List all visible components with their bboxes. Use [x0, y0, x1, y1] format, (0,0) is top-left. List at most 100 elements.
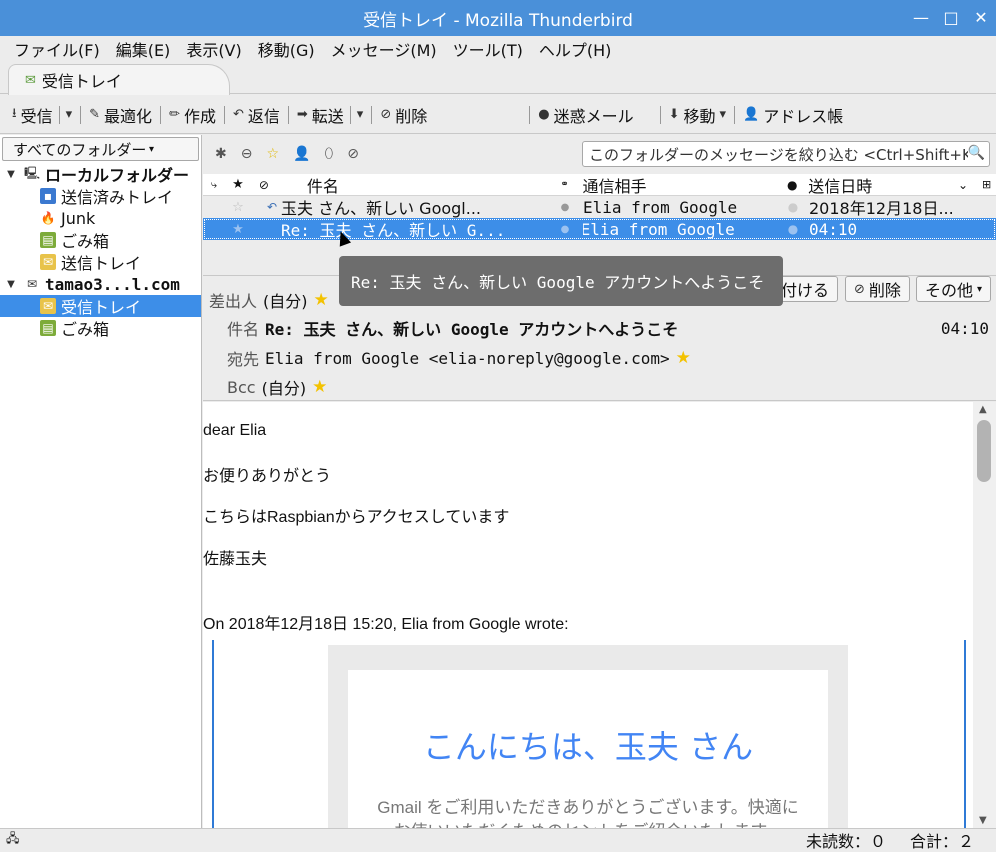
- star-icon[interactable]: ★: [225, 222, 251, 237]
- header-to: 宛先 Elia from Google <elia-noreply@google…: [227, 346, 691, 370]
- star-filter-icon[interactable]: ☆: [266, 146, 279, 162]
- read-dot-icon[interactable]: ●: [547, 202, 583, 213]
- chevron-down-icon[interactable]: ▾: [357, 107, 364, 122]
- star-icon[interactable]: ★: [312, 377, 327, 397]
- junk-button[interactable]: ● 迷惑メール: [532, 100, 639, 130]
- column-subject[interactable]: 件名: [277, 173, 547, 197]
- divider: [371, 105, 373, 124]
- download-icon: ⭳: [12, 105, 17, 121]
- card-text: Gmail をご利用いただきありがとうございます。快適に お使いいただくためのヒ…: [348, 796, 828, 828]
- from-value[interactable]: (自分): [263, 288, 308, 312]
- computer-icon: 🖳: [24, 165, 41, 180]
- window-title: 受信トレイ - Mozilla Thunderbird: [363, 10, 633, 31]
- online-status-icon[interactable]: 🖧: [6, 829, 19, 850]
- menu-message[interactable]: メッセージ(M): [323, 37, 445, 61]
- delete-label: 削除: [395, 106, 428, 126]
- folder-local[interactable]: ▼ 🖳 ローカルフォルダー: [0, 163, 201, 186]
- inbox-icon: ✉: [25, 72, 36, 88]
- folder-junk[interactable]: 🔥 Junk: [0, 207, 201, 229]
- unread-filter-icon[interactable]: ⊖: [241, 146, 253, 162]
- reply-button[interactable]: ↶ 返信: [227, 100, 286, 130]
- no-entry-icon: ⊘: [854, 281, 865, 297]
- tab-bar: ✉ 受信トレイ: [0, 62, 996, 95]
- read-column-icon[interactable]: ⚭: [547, 179, 583, 190]
- contact-filter-icon[interactable]: 👤: [293, 146, 310, 162]
- divider: [58, 105, 60, 124]
- folder-outbox[interactable]: ✉ 送信トレイ: [0, 251, 201, 273]
- other-actions-button[interactable]: その他 ▾: [916, 276, 992, 302]
- scroll-down-icon[interactable]: ▼: [979, 815, 987, 826]
- forward-button[interactable]: ➡ 転送 ▾: [291, 100, 369, 130]
- twisty-icon[interactable]: ▼: [4, 169, 18, 180]
- junk-status-icon[interactable]: ●: [777, 222, 809, 236]
- pin-icon[interactable]: ✱: [215, 146, 227, 162]
- divider: [160, 105, 162, 124]
- menu-go[interactable]: 移動(G): [250, 37, 323, 61]
- folder-account-trash[interactable]: ▤ ごみ箱: [0, 317, 201, 339]
- column-date[interactable]: 送信日時: [808, 173, 958, 197]
- optimize-button[interactable]: ✎ 最適化: [83, 100, 158, 130]
- mail-account-icon: ✉: [26, 277, 38, 291]
- read-dot-icon[interactable]: ●: [547, 224, 583, 235]
- column-picker-icon[interactable]: ⊞: [982, 178, 996, 191]
- folder-inbox[interactable]: ✉ 受信トレイ: [0, 295, 201, 317]
- header-delete-button[interactable]: ⊘ 削除: [845, 276, 910, 302]
- menu-view[interactable]: 表示(V): [178, 37, 249, 61]
- message-body: dear Elia お便りありがとう こちらはRaspbianからアクセスしてい…: [203, 402, 973, 828]
- tooltip-text: Re: 玉夫 さん、新しい Google アカウントへようこそ: [351, 273, 765, 292]
- junk-status-icon[interactable]: ●: [777, 200, 809, 214]
- folder-account-trash-label: ごみ箱: [61, 320, 110, 339]
- folder-view-select[interactable]: すべてのフォルダー ▾: [2, 137, 199, 161]
- move-button[interactable]: ⬇ 移動 ▾: [663, 100, 732, 130]
- menu-tools[interactable]: ツール(T): [445, 37, 531, 61]
- menu-file[interactable]: ファイル(F): [6, 37, 108, 61]
- filter-input[interactable]: このフォルダーのメッセージを絞り込む <Ctrl+Shift+K> 🔍: [582, 141, 990, 167]
- subject-tooltip: Re: 玉夫 さん、新しい Google アカウントへようこそ: [339, 256, 783, 306]
- sort-chevron-icon[interactable]: ⌄: [958, 178, 974, 192]
- junk-column-icon[interactable]: ●: [776, 178, 808, 192]
- bcc-value[interactable]: (自分): [262, 375, 307, 399]
- message-row-selected[interactable]: ★ Re: 玉夫 さん、新しい G... ● ⇨Elia from Google…: [203, 218, 996, 240]
- tag-filter-icon[interactable]: ⬯: [324, 146, 333, 162]
- body-signature: 佐藤玉夫: [203, 551, 268, 568]
- attachment-filter-icon[interactable]: ⊘: [347, 146, 359, 162]
- twisty-icon[interactable]: ▼: [4, 279, 18, 290]
- star-icon[interactable]: ★: [676, 348, 691, 368]
- body-scrollbar[interactable]: ▲ ▼: [973, 402, 996, 828]
- thread-column-icon[interactable]: ⤷: [203, 178, 225, 192]
- write-label: 作成: [183, 106, 216, 126]
- menu-edit[interactable]: 編集(E): [108, 37, 179, 61]
- star-column-icon[interactable]: ★: [225, 177, 251, 192]
- divider: [659, 105, 661, 124]
- folder-sent[interactable]: ▪ 送信済みトレイ: [0, 185, 201, 207]
- minimize-icon[interactable]: —: [912, 8, 930, 27]
- message-row[interactable]: ☆ ↶ 玉夫 さん、新しい Googl... ● Elia from Googl…: [203, 196, 996, 219]
- folder-junk-label: Junk: [61, 208, 96, 228]
- junk-label: 迷惑メール: [553, 106, 634, 126]
- close-icon[interactable]: ✕: [972, 8, 990, 27]
- menu-bar: ファイル(F) 編集(E) 表示(V) 移動(G) メッセージ(M) ツール(T…: [0, 36, 996, 62]
- attachment-column-icon[interactable]: ⊘: [251, 178, 277, 192]
- column-correspondent[interactable]: 通信相手: [583, 173, 777, 197]
- address-book-button[interactable]: 👤 アドレス帳: [737, 100, 849, 130]
- menu-help[interactable]: ヘルプ(H): [531, 37, 620, 61]
- scroll-up-icon[interactable]: ▲: [979, 404, 987, 415]
- reply-icon: ↶: [232, 107, 244, 122]
- folder-account[interactable]: ▼ ✉ tamao3...l.com: [0, 273, 201, 295]
- star-icon[interactable]: ★: [314, 290, 329, 310]
- write-button[interactable]: ✏ 作成: [163, 100, 222, 130]
- folder-trash-label: ごみ箱: [61, 232, 110, 251]
- get-messages-button[interactable]: ⭳ 受信 ▾: [6, 100, 78, 130]
- message-subject: 玉夫 さん、新しい Googl...: [281, 199, 482, 218]
- tab-label: 受信トレイ: [41, 72, 122, 91]
- to-value[interactable]: Elia from Google <elia-noreply@google.co…: [265, 349, 670, 368]
- maximize-icon[interactable]: □: [942, 8, 960, 27]
- chevron-down-icon[interactable]: ▾: [66, 107, 73, 122]
- star-icon[interactable]: ☆: [225, 200, 251, 215]
- inbox-icon: ✉: [40, 298, 56, 314]
- delete-button[interactable]: ⊘ 削除: [374, 100, 433, 130]
- folder-trash[interactable]: ▤ ごみ箱: [0, 229, 201, 251]
- scrollbar-thumb[interactable]: [977, 420, 991, 482]
- tab-inbox[interactable]: ✉ 受信トレイ: [8, 64, 230, 95]
- flame-icon: ●: [538, 107, 550, 122]
